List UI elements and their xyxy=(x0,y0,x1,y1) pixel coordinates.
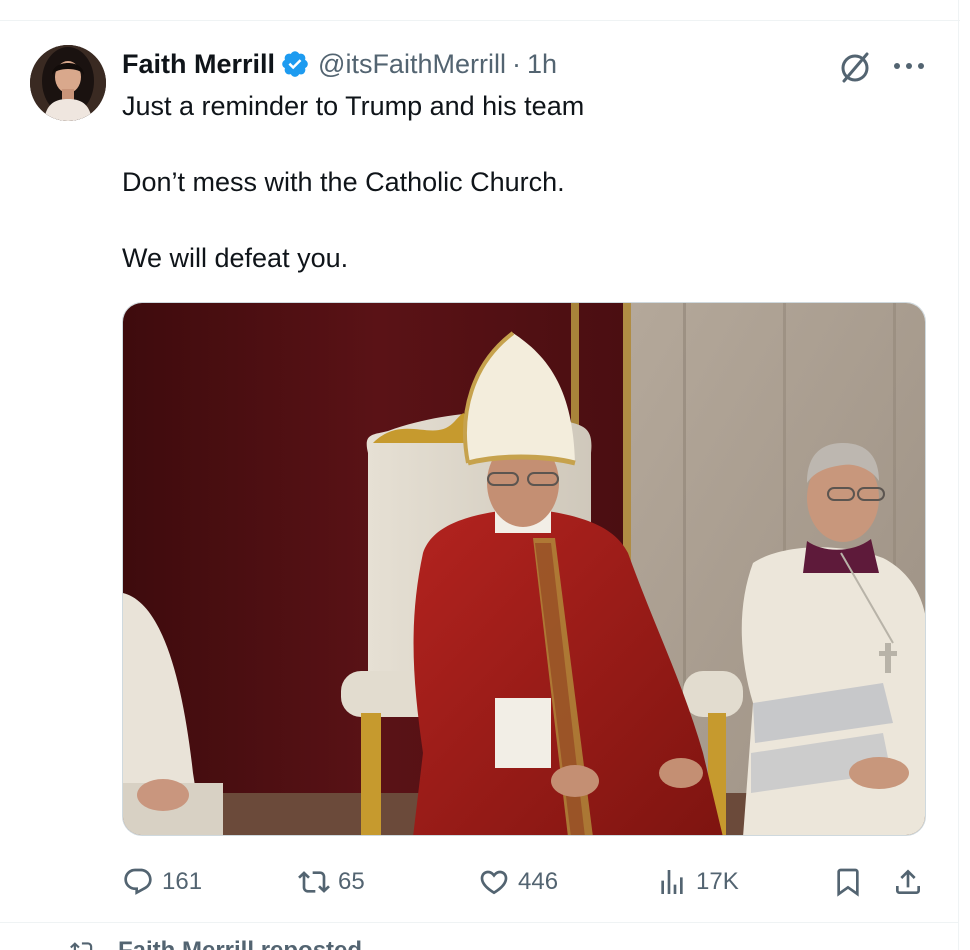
author-handle[interactable]: @itsFaithMerrill xyxy=(318,49,506,80)
more-icon[interactable] xyxy=(892,60,926,72)
grok-icon[interactable] xyxy=(836,48,874,86)
tweet-timestamp[interactable]: 1h xyxy=(527,49,557,80)
tweet-photo[interactable] xyxy=(122,302,926,836)
views-icon xyxy=(661,870,683,894)
next-tweet-repost-context[interactable]: Faith Merrill reposted xyxy=(70,936,362,950)
repost-icon xyxy=(298,871,330,893)
avatar[interactable] xyxy=(30,45,106,121)
photo-illustration xyxy=(123,303,925,835)
meta-separator: · xyxy=(511,48,521,79)
bookmark-icon xyxy=(837,868,859,897)
share-icon xyxy=(896,869,920,894)
repost-count: 65 xyxy=(338,868,365,895)
reply-count: 161 xyxy=(162,868,203,895)
bookmark-button[interactable] xyxy=(832,862,864,902)
tweet-text-line: We will defeat you. xyxy=(122,243,349,273)
tweet-divider xyxy=(0,922,958,923)
verified-badge-icon[interactable] xyxy=(280,49,310,79)
reply-button[interactable]: 161 xyxy=(122,862,202,902)
tweet-header: Faith Merrill @itsFaithMerrill · 1h xyxy=(122,46,557,82)
like-button[interactable]: 446 xyxy=(478,862,558,902)
repost-button[interactable]: 65 xyxy=(298,862,365,902)
tweet-text-line: Don’t mess with the Catholic Church. xyxy=(122,167,565,197)
reply-icon xyxy=(124,868,152,895)
column-border xyxy=(958,0,959,950)
tweet-text: Just a reminder to Trump and his team Do… xyxy=(122,87,922,277)
top-divider xyxy=(0,20,960,21)
views-button[interactable]: 17K xyxy=(656,862,739,902)
share-button[interactable] xyxy=(892,862,924,902)
like-icon xyxy=(480,870,508,895)
author-display-name[interactable]: Faith Merrill xyxy=(122,49,275,80)
tweet-actions: 161 65 446 17K xyxy=(122,862,926,902)
tweet-text-line: Just a reminder to Trump and his team xyxy=(122,91,585,121)
timeline: Faith Merrill @itsFaithMerrill · 1h Just… xyxy=(0,0,970,950)
repost-icon xyxy=(70,942,93,950)
repost-label: Faith Merrill reposted xyxy=(118,937,362,950)
like-count: 446 xyxy=(518,868,559,895)
views-count: 17K xyxy=(696,868,739,895)
